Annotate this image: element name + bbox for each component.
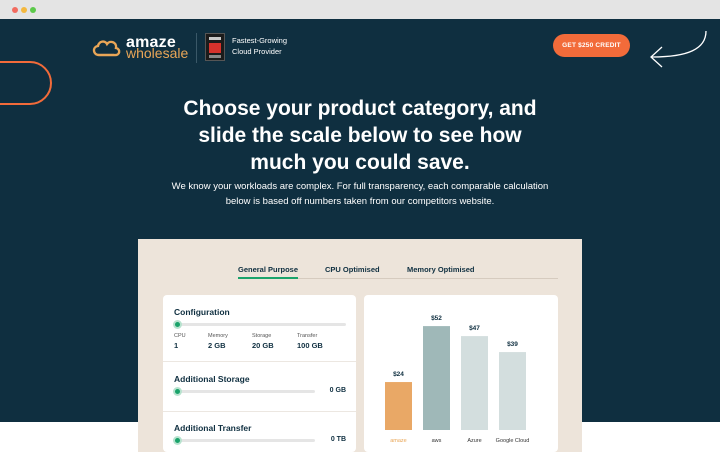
tab-general-purpose[interactable]: General Purpose xyxy=(238,265,299,279)
provider-logo-aws: aws xyxy=(432,438,442,444)
header-divider xyxy=(196,33,197,63)
subheadline-line-2: below is based off numbers taken from ou… xyxy=(225,196,495,207)
minimize-window-dot[interactable] xyxy=(21,7,27,13)
additional-transfer-title: Additional Transfer xyxy=(174,423,252,433)
spec-cpu: CPU 1 xyxy=(174,333,186,350)
page-subheadline: We know your workloads are complex. For … xyxy=(130,179,590,209)
headline-line-3: much you could save. xyxy=(250,151,470,174)
configuration-slider-track[interactable] xyxy=(177,323,346,326)
price-comparison-chart: $24 amaze $52 aws $47 Azure $39 Google Cloud xyxy=(385,315,530,444)
get-credit-button[interactable]: GET $250 CREDIT xyxy=(553,34,630,57)
transfer-slider-track[interactable] xyxy=(177,439,315,442)
spec-memory-value: 2 GB xyxy=(208,341,226,350)
additional-transfer-section: Additional Transfer 0 TB xyxy=(163,412,356,452)
price-label-azure: $47 xyxy=(469,325,480,332)
left-arrow-icon xyxy=(650,30,707,68)
logo-text-wholesale: wholesale xyxy=(126,45,189,61)
configuration-card: Configuration CPU 1 Memory 2 GB Storage … xyxy=(163,295,356,452)
spec-memory-label: Memory xyxy=(208,333,228,339)
browser-toolbar xyxy=(0,0,720,19)
page-headline: Choose your product category, and slide … xyxy=(110,95,610,176)
price-label-google-cloud: $39 xyxy=(507,341,518,348)
provider-logo-google-cloud: Google Cloud xyxy=(496,438,530,444)
bar-google-cloud xyxy=(499,352,526,430)
award-line-1: Fastest-Growing xyxy=(232,36,288,45)
cloud-logo-icon xyxy=(92,40,121,57)
additional-storage-section: Additional Storage 0 GB xyxy=(163,362,356,411)
award-caption: Fastest-Growing Cloud Provider xyxy=(232,35,287,57)
configuration-section: Configuration CPU 1 Memory 2 GB Storage … xyxy=(163,295,356,361)
tab-memory-optimised[interactable]: Memory Optimised xyxy=(407,265,475,274)
tab-cpu-optimised[interactable]: CPU Optimised xyxy=(325,265,380,274)
spec-cpu-label: CPU xyxy=(174,333,186,339)
spec-transfer-value: 100 GB xyxy=(297,341,323,350)
subheadline-line-1: We know your workloads are complex. For … xyxy=(171,181,549,192)
maximize-window-dot[interactable] xyxy=(30,7,36,13)
additional-storage-title: Additional Storage xyxy=(174,374,250,384)
price-label-aws: $52 xyxy=(431,315,442,322)
amaze-wholesale-logo[interactable]: amaze wholesale xyxy=(90,35,188,61)
spec-cpu-value: 1 xyxy=(174,341,179,350)
configuration-slider-handle[interactable] xyxy=(173,320,182,329)
storage-slider-track[interactable] xyxy=(177,390,315,393)
category-tabs: General Purpose CPU Optimised Memory Opt… xyxy=(238,259,558,279)
configuration-title: Configuration xyxy=(174,307,230,317)
pricing-calculator-panel: General Purpose CPU Optimised Memory Opt… xyxy=(138,239,582,452)
headline-line-1: Choose your product category, and xyxy=(183,97,537,120)
close-window-dot[interactable] xyxy=(12,7,18,13)
storage-slider-handle[interactable] xyxy=(173,387,182,396)
spec-transfer: Transfer 100 GB xyxy=(297,333,323,350)
spec-storage: Storage 20 GB xyxy=(252,333,274,350)
bar-azure xyxy=(461,336,488,430)
bar-amaze xyxy=(385,382,412,430)
spec-memory: Memory 2 GB xyxy=(208,333,228,350)
award-line-2: Cloud Provider xyxy=(232,47,282,56)
spec-storage-label: Storage xyxy=(252,333,272,339)
storage-value: 0 GB xyxy=(329,387,346,394)
decorative-pill-shape xyxy=(0,61,52,105)
bar-aws xyxy=(423,326,450,430)
provider-logo-amaze: amaze xyxy=(390,438,407,444)
spec-storage-value: 20 GB xyxy=(252,341,274,350)
award-badge-icon xyxy=(205,33,225,61)
price-comparison-card: $24 amaze $52 aws $47 Azure $39 Google Cloud xyxy=(364,295,558,452)
transfer-value: 0 TB xyxy=(330,436,346,443)
provider-logo-azure: Azure xyxy=(467,438,481,444)
spec-transfer-label: Transfer xyxy=(297,333,318,339)
transfer-slider-handle[interactable] xyxy=(173,436,182,445)
headline-line-2: slide the scale below to see how xyxy=(198,124,522,147)
price-label-amaze: $24 xyxy=(393,371,404,378)
